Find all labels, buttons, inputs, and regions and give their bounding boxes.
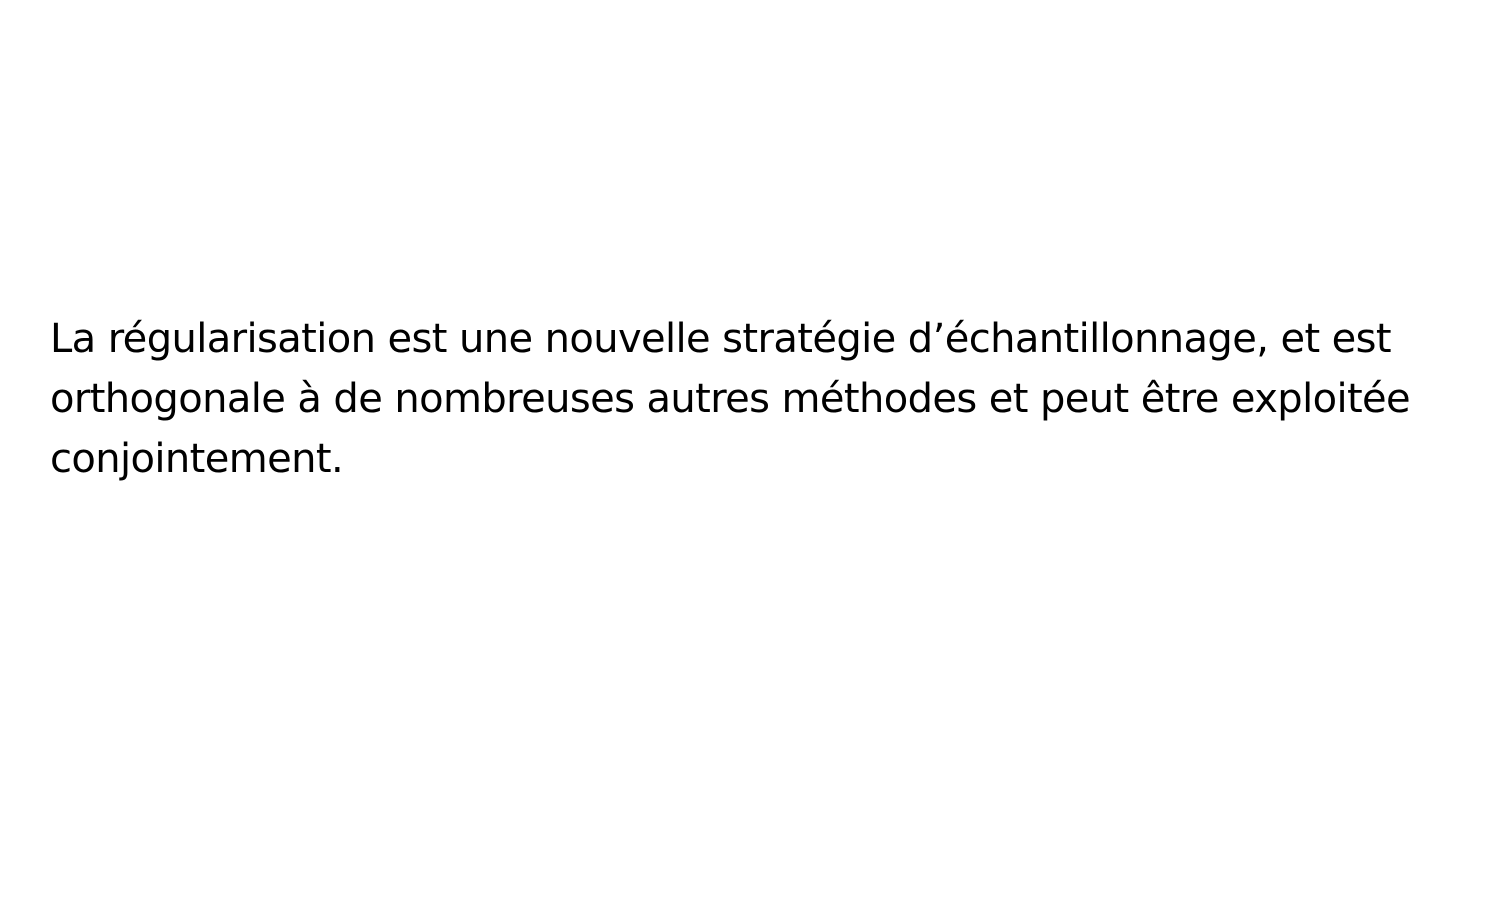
paragraph-line-3: conjointement. [50, 436, 344, 482]
paragraph-line-1: La régularisation est une nouvelle strat… [50, 316, 1392, 362]
slide: La régularisation est une nouvelle strat… [0, 0, 1512, 909]
paragraph-line-2: orthogonale à de nombreuses autres métho… [50, 376, 1411, 422]
body-paragraph: La régularisation est une nouvelle strat… [50, 309, 1470, 489]
